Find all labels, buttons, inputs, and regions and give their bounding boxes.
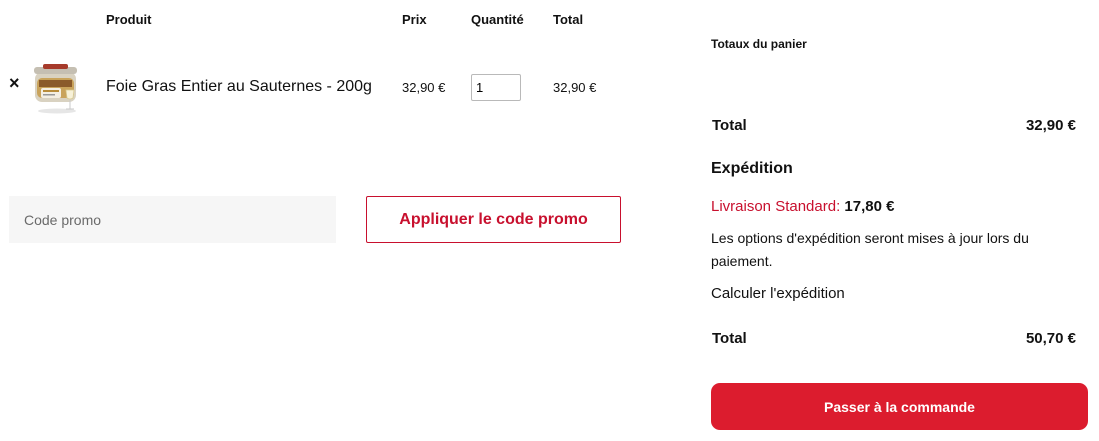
shipping-method-label: Livraison Standard: — [711, 198, 841, 215]
shipping-method-line: Livraison Standard: 17,80 € — [711, 198, 894, 215]
line-total: 32,90 € — [553, 80, 597, 95]
product-price: 32,90 € — [402, 80, 446, 95]
shipping-heading: Expédition — [711, 160, 793, 177]
subtotal-value: 32,90 € — [1025, 117, 1076, 134]
close-icon[interactable]: × — [9, 73, 20, 94]
checkout-button[interactable]: Passer à la commande — [711, 383, 1088, 430]
header-total: Total — [553, 12, 584, 27]
calculate-shipping-link[interactable]: Calculer l'expédition — [711, 285, 845, 302]
shipping-note: Les options d'expédition seront mises à … — [711, 230, 1029, 269]
promo-code-input[interactable] — [9, 196, 336, 243]
order-total-label: Total — [712, 330, 747, 347]
cart-totals-title: Totaux du panier — [711, 37, 807, 51]
shipping-amount: 17,80 € — [844, 198, 895, 215]
header-price: Prix — [402, 12, 427, 27]
product-name[interactable]: Foie Gras Entier au Sauternes - 200g — [106, 78, 372, 96]
header-product: Produit — [106, 12, 152, 27]
header-quantity: Quantité — [471, 12, 524, 27]
subtotal-label: Total — [712, 117, 747, 134]
quantity-input[interactable] — [471, 74, 521, 101]
apply-promo-button[interactable]: Appliquer le code promo — [366, 196, 621, 243]
foie-gras-jar-image[interactable] — [29, 58, 83, 114]
order-total-value: 50,70 € — [1025, 330, 1076, 347]
